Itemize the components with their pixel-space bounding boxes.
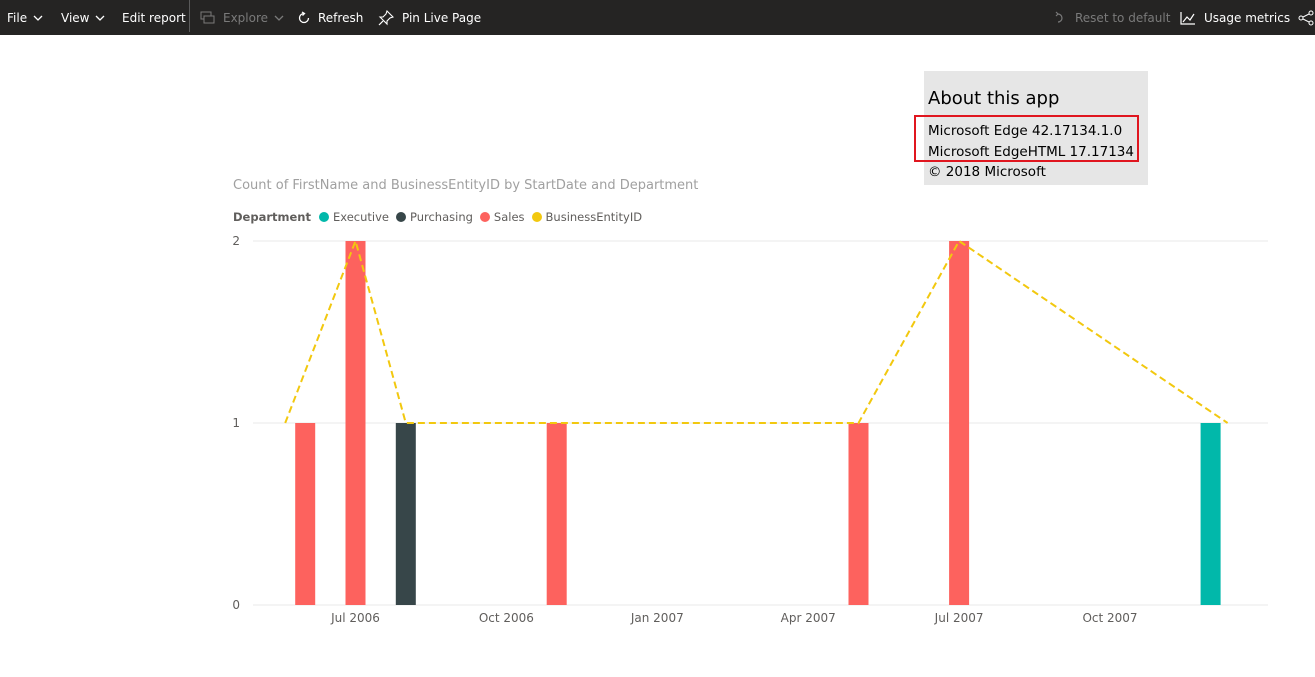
y-tick-label: 0: [232, 598, 240, 612]
y-tick-label: 1: [232, 416, 240, 430]
x-tick-label: Jul 2006: [330, 611, 380, 625]
x-tick-label: Oct 2006: [479, 611, 534, 625]
x-tick-label: Oct 2007: [1082, 611, 1137, 625]
combo-chart: 0 1 2 Jul 2006 Oct 2006 Jan 2007 Apr 2007 Jul 2…: [232, 234, 1268, 625]
bar-purchasing: [395, 423, 416, 605]
bar-sales: [295, 423, 316, 605]
line-businessentityid: [284, 237, 1229, 424]
x-tick-label: Apr 2007: [781, 611, 836, 625]
bar-sales: [546, 423, 567, 605]
bar-executive: [1200, 423, 1221, 605]
bar-sales: [848, 423, 869, 605]
x-tick-label: Jan 2007: [630, 611, 684, 625]
x-tick-label: Jul 2007: [934, 611, 984, 625]
bar-sales: [345, 241, 366, 605]
y-tick-label: 2: [232, 234, 240, 248]
bar-sales: [949, 241, 970, 605]
